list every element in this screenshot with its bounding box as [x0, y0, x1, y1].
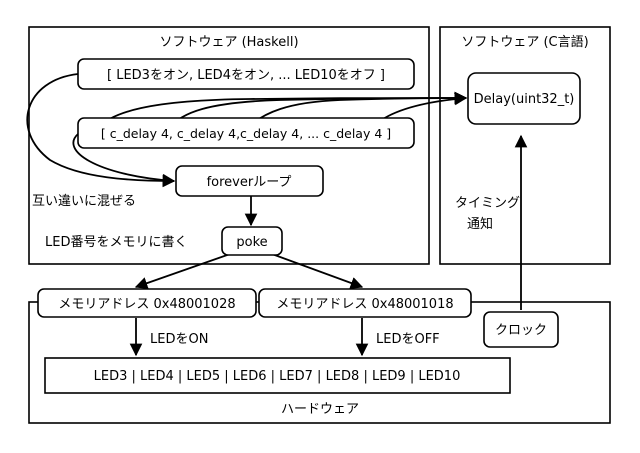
software-c-title: ソフトウェア (C言語): [461, 34, 588, 50]
poke-text: poke: [236, 235, 267, 250]
timing-label-line1: タイミング: [455, 196, 520, 211]
software-haskell-title: ソフトウェア (Haskell): [159, 35, 298, 50]
software-c-frame: [439, 26, 611, 265]
led-off-label: LEDをOFF: [376, 332, 440, 347]
delay-func-text: Delay(uint32_t): [474, 92, 575, 107]
led-on-label: LEDをON: [150, 332, 208, 347]
diagram-canvas: ソフトウェア (Haskell) ソフトウェア (C言語) ハードウェア [ L…: [26, 26, 611, 424]
mem-off-text: メモリアドレス 0x48001018: [276, 297, 453, 312]
leds-text: LED3 | LED4 | LED5 | LED6 | LED7 | LED8 …: [94, 369, 461, 384]
forever-loop-text: foreverループ: [207, 175, 292, 190]
hardware-title: ハードウェア: [281, 402, 359, 417]
edge-poke-to-mem-on: [134, 253, 231, 290]
edge-poke-to-mem-off: [271, 253, 364, 290]
mix-label: 互い違いに混ぜる: [32, 194, 136, 209]
led-list-text: [ LED3をオン, LED4をオン, ... LED10をオフ ]: [107, 68, 385, 83]
timing-label-line2: 通知: [467, 216, 493, 232]
clock-text: クロック: [495, 323, 547, 338]
mem-on-text: メモリアドレス 0x48001028: [58, 297, 235, 312]
delay-list-text: [ c_delay 4, c_delay 4,c_delay 4, ... c_…: [101, 126, 391, 141]
write-led-label: LED番号をメモリに書く: [45, 235, 187, 250]
